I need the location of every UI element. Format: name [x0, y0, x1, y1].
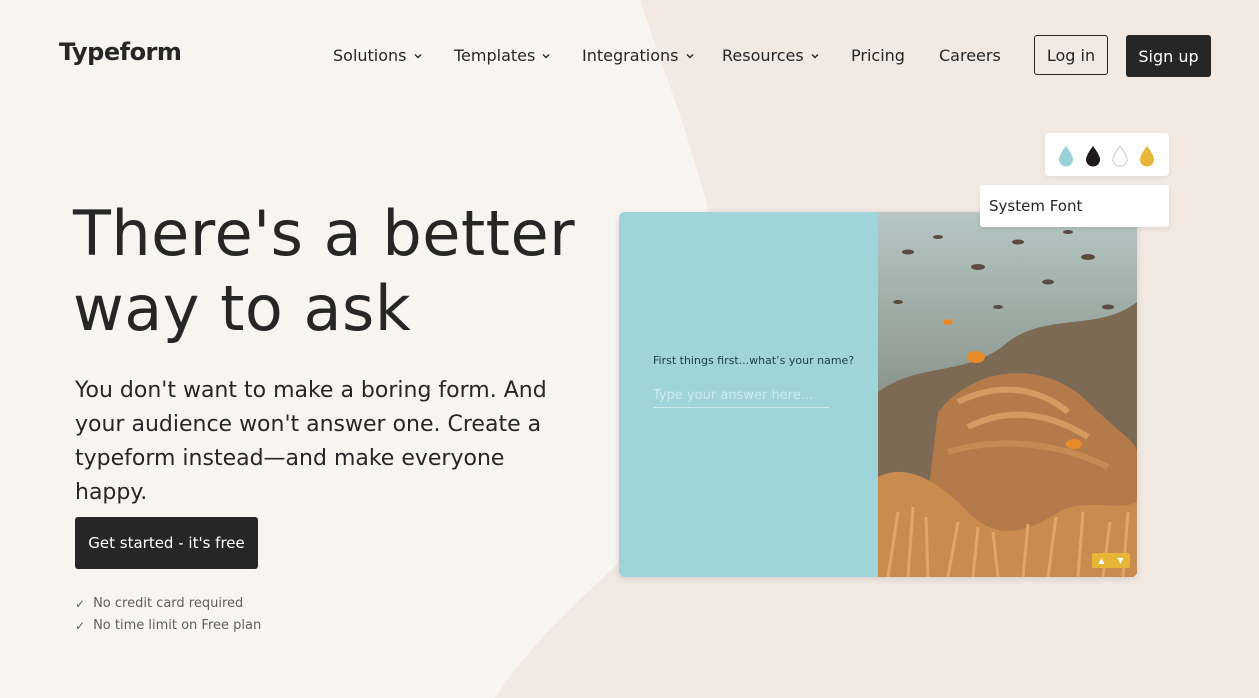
coral-reef-image	[878, 212, 1137, 577]
chevron-down-icon	[811, 53, 819, 58]
perk-item: ✓ No time limit on Free plan	[75, 618, 261, 633]
nav-integrations-label: Integrations	[582, 46, 679, 65]
nav-solutions-label: Solutions	[333, 46, 407, 65]
chevron-down-icon	[686, 53, 693, 58]
typeform-logo[interactable]: Typeform	[59, 38, 182, 66]
preview-question-panel: First things first...what’s your name?	[619, 212, 878, 577]
color-drop-icon[interactable]	[1111, 145, 1129, 167]
nav-solutions[interactable]: Solutions	[333, 46, 423, 65]
perk-label: No time limit on Free plan	[93, 618, 262, 633]
nav-careers[interactable]: Careers	[939, 46, 1001, 65]
signup-button[interactable]: Sign up	[1126, 35, 1211, 77]
nav-careers-label: Careers	[939, 46, 1001, 65]
chevron-up-icon[interactable]: ▲	[1092, 553, 1111, 568]
preview-navigation[interactable]: ▲ ▼	[1092, 553, 1130, 568]
font-selector[interactable]: System Font	[980, 185, 1169, 227]
login-button[interactable]: Log in	[1034, 35, 1108, 75]
nav-pricing-label: Pricing	[851, 46, 905, 65]
nav-resources[interactable]: Resources	[722, 46, 820, 65]
get-started-button[interactable]: Get started - it's free	[75, 517, 258, 569]
check-icon: ✓	[75, 618, 86, 633]
nav-templates[interactable]: Templates	[454, 46, 551, 65]
chevron-down-icon	[414, 53, 422, 58]
nav-pricing[interactable]: Pricing	[851, 46, 905, 65]
nav-templates-label: Templates	[454, 46, 536, 65]
nav-resources-label: Resources	[722, 46, 804, 65]
theme-color-picker	[1045, 133, 1169, 176]
check-icon: ✓	[75, 596, 86, 611]
chevron-down-icon	[542, 53, 550, 58]
color-drop-icon[interactable]	[1138, 145, 1156, 167]
nav-integrations[interactable]: Integrations	[582, 46, 695, 65]
perk-item: ✓ No credit card required	[75, 596, 243, 611]
site-header: Typeform Solutions Templates Integration…	[0, 0, 1259, 110]
chevron-down-icon[interactable]: ▼	[1111, 553, 1130, 568]
hero-subtitle: You don't want to make a boring form. An…	[75, 378, 547, 505]
preview-answer-input[interactable]	[653, 384, 829, 408]
form-preview: First things first...what’s your name? T…	[619, 212, 1137, 577]
preview-question: First things first...what’s your name?	[653, 354, 855, 367]
hero-title: There's a better way to ask	[73, 197, 576, 345]
color-drop-icon[interactable]	[1057, 145, 1075, 167]
color-drop-icon[interactable]	[1084, 145, 1102, 167]
perk-label: No credit card required	[93, 596, 244, 611]
